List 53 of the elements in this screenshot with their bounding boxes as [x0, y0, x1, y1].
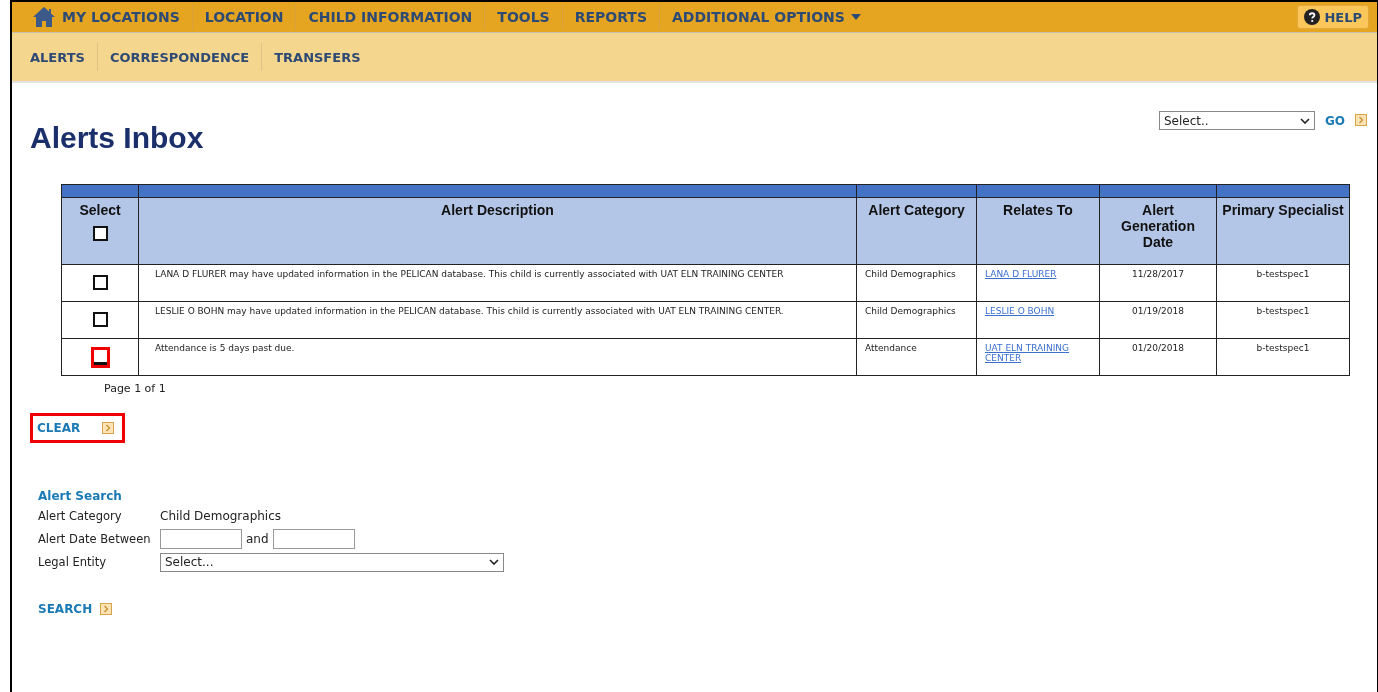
nav-item[interactable]: CHILD INFORMATION: [308, 9, 473, 25]
table-cell: b-testspec1: [1256, 269, 1310, 279]
nav-item[interactable]: LOCATION: [204, 9, 284, 25]
column-header: Primary Specialist: [1222, 202, 1344, 218]
relates-to-link[interactable]: LANA D FLURER: [985, 269, 1057, 279]
row-checkbox[interactable]: [92, 274, 108, 290]
caret-icon: [850, 14, 861, 20]
search-button[interactable]: SEARCH: [38, 602, 1377, 616]
pagination-text: Page 1 of 1: [104, 382, 167, 395]
table-cell: Child Demographics: [865, 306, 956, 316]
column-header: Alert Generation Date: [1121, 202, 1195, 250]
table-cell: 01/20/2018: [1132, 343, 1184, 353]
table-cell: 01/19/2018: [1132, 306, 1184, 316]
sub-nav-item[interactable]: TRANSFERS: [274, 49, 361, 65]
home-icon[interactable]: [32, 6, 56, 28]
table-cell: b-testspec1: [1256, 343, 1310, 353]
nav-item[interactable]: ADDITIONAL OPTIONS: [672, 9, 861, 25]
legal-entity-dropdown[interactable]: Select...: [160, 552, 504, 572]
select-all-checkbox[interactable]: [92, 226, 108, 241]
nav-item[interactable]: MY LOCATIONS: [62, 9, 180, 25]
section-title: Alert Search: [38, 489, 123, 503]
table-cell: 11/28/2017: [1132, 269, 1184, 279]
field-label: Alert Date Between: [38, 532, 152, 546]
nav-item[interactable]: REPORTS: [574, 9, 647, 25]
table-cell: LESLIE O BOHN may have updated information in the PELICAN database. This child is currently associated with UAT ELN TRAINING CENTER.: [155, 306, 784, 316]
help-button[interactable]: HELP: [1297, 5, 1369, 29]
sub-nav-item[interactable]: ALERTS: [30, 49, 85, 65]
help-icon: [1304, 9, 1321, 25]
relates-to-link[interactable]: LESLIE O BOHN: [985, 306, 1055, 316]
field-value: Child Demographics: [160, 509, 282, 523]
chevron-icon: [489, 559, 499, 565]
column-header: Alert Description: [441, 202, 554, 218]
table-cell: Child Demographics: [865, 269, 956, 279]
column-header: Relates To: [1003, 202, 1073, 218]
clear-button[interactable]: CLEAR: [30, 413, 126, 443]
nav-item[interactable]: TOOLS: [497, 9, 550, 25]
row-checkbox[interactable]: [92, 311, 108, 327]
column-header: Select: [79, 202, 121, 218]
end-date-field[interactable]: [272, 529, 355, 549]
field-label: Alert Category: [38, 509, 123, 523]
table-cell: Attendance: [865, 343, 917, 353]
go-link[interactable]: GO: [1324, 113, 1345, 128]
chevron-icon: [1299, 117, 1310, 124]
table-cell: b-testspec1: [1256, 306, 1310, 316]
field-label: Legal Entity: [38, 555, 108, 569]
table-cell: Attendance is 5 days past due.: [155, 343, 295, 353]
page-title: Alerts Inbox: [30, 121, 204, 155]
column-header: Alert Category: [868, 202, 965, 218]
table-cell: LANA D FLURER may have updated information in the PELICAN database. This child is currently associated with UAT ELN TRAINING CENTER: [155, 269, 784, 279]
start-date-field[interactable]: [160, 529, 242, 549]
field-label: and: [246, 532, 269, 546]
action-dropdown[interactable]: Select..: [1158, 111, 1315, 130]
sub-nav-item[interactable]: CORRESPONDENCE: [109, 49, 250, 65]
